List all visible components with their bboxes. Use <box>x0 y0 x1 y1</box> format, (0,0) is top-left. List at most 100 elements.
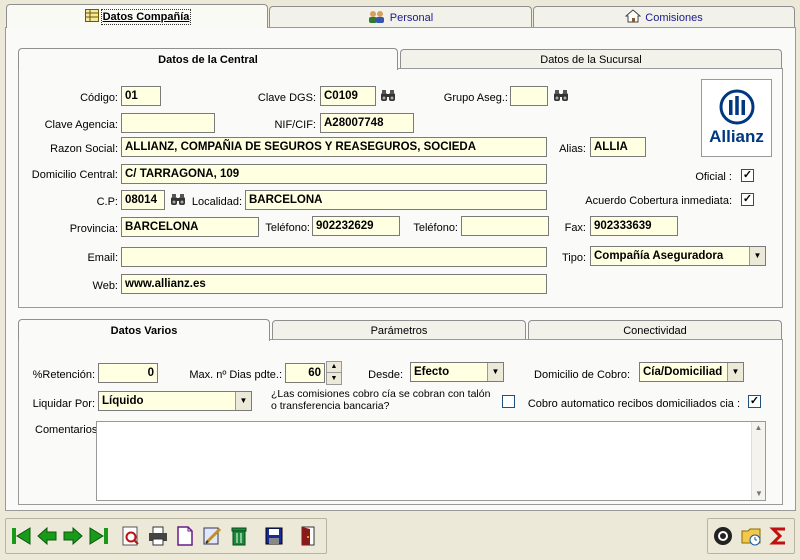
razon-social-label: Razon Social: <box>50 143 118 155</box>
tab-comisiones[interactable]: Comisiones <box>533 6 795 28</box>
domicilio-cobro-value: Cía/Domiciliad <box>643 366 723 378</box>
tab-label: Datos de la Central <box>158 53 258 66</box>
search-document-icon[interactable] <box>120 523 142 549</box>
chevron-down-icon[interactable]: ▼ <box>727 363 743 381</box>
grid-icon <box>84 8 99 25</box>
tab-label: Parámetros <box>370 324 428 337</box>
tab-label: Datos Varios <box>110 324 178 337</box>
max-dias-field[interactable]: 60 <box>285 363 325 383</box>
provincia-field[interactable]: BARCELONA <box>121 217 259 237</box>
fax-label: Fax: <box>564 222 586 234</box>
previous-record-icon[interactable] <box>36 523 58 549</box>
liquidar-select[interactable]: Líquido ▼ <box>98 391 252 411</box>
domicilio-cobro-select[interactable]: Cía/Domiciliad ▼ <box>639 362 744 382</box>
tab-label: Personal <box>389 11 434 24</box>
cobro-automatico-checkbox[interactable]: ✓ <box>748 395 761 408</box>
retencion-field[interactable]: 0 <box>98 363 158 383</box>
delete-trash-icon[interactable] <box>228 523 250 549</box>
domicilio-central-field[interactable]: C/ TARRAGONA, 109 <box>121 164 547 184</box>
comentarios-label: Comentarios: <box>35 424 101 436</box>
nif-field[interactable]: A28007748 <box>320 113 414 133</box>
folder-clock-icon[interactable] <box>740 523 762 549</box>
grupo-aseg-label: Grupo Aseg.: <box>443 92 508 104</box>
exit-door-icon[interactable] <box>297 523 319 549</box>
oficial-label: Oficial : <box>695 171 732 183</box>
tab-conectividad[interactable]: Conectividad <box>528 320 782 340</box>
first-record-icon[interactable] <box>10 523 32 549</box>
chevron-down-icon[interactable]: ▼ <box>487 363 503 381</box>
web-label: Web: <box>92 280 118 292</box>
desde-value: Efecto <box>414 366 450 378</box>
clave-dgs-field[interactable]: C0109 <box>320 86 376 106</box>
comentarios-textarea[interactable] <box>96 421 766 501</box>
tab-datos-compania[interactable]: Datos Compañía <box>6 4 268 28</box>
alias-field[interactable]: ALLIA <box>590 137 646 157</box>
acuerdo-cobertura-checkbox[interactable]: ✓ <box>741 193 754 206</box>
clave-agencia-field[interactable] <box>121 113 215 133</box>
printer-icon[interactable] <box>147 523 169 549</box>
stepper-up-icon[interactable]: ▲ <box>327 362 341 373</box>
acuerdo-cobertura-label: Acuerdo Cobertura inmediata: <box>585 195 732 207</box>
provincia-label: Provincia: <box>69 223 118 235</box>
scroll-down-icon[interactable]: ▼ <box>752 488 766 500</box>
codigo-label: Código: <box>80 92 118 104</box>
liquidar-value: Líquido <box>102 395 144 407</box>
domicilio-cobro-label: Domicilio de Cobro: <box>534 369 630 381</box>
oficial-checkbox[interactable]: ✓ <box>741 169 754 182</box>
cp-field[interactable]: 08014 <box>121 190 165 210</box>
save-icon[interactable] <box>263 523 285 549</box>
tab-datos-varios[interactable]: Datos Varios <box>18 319 270 341</box>
next-record-icon[interactable] <box>62 523 84 549</box>
tab-personal[interactable]: Personal <box>269 6 532 28</box>
max-dias-stepper[interactable]: ▲ ▼ <box>326 361 342 385</box>
email-label: Email: <box>87 252 118 264</box>
house-icon <box>624 9 642 26</box>
telefono2-label: Teléfono: <box>413 222 458 234</box>
desde-select[interactable]: Efecto ▼ <box>410 362 504 382</box>
binoculars-icon[interactable] <box>378 87 398 105</box>
max-dias-label: Max. nº Dias pdte.: <box>189 369 282 381</box>
last-record-icon[interactable] <box>88 523 110 549</box>
fax-field[interactable]: 902333639 <box>590 216 678 236</box>
binoculars-icon[interactable] <box>551 87 571 105</box>
scroll-up-icon[interactable]: ▲ <box>752 422 765 434</box>
tipo-select[interactable]: Compañía Aseguradora ▼ <box>590 246 766 266</box>
tab-datos-central[interactable]: Datos de la Central <box>18 48 398 70</box>
retencion-label: %Retención: <box>32 369 95 381</box>
allianz-logo: Allianz <box>701 79 772 157</box>
help-lifebuoy-icon[interactable] <box>712 523 734 549</box>
binoculars-icon[interactable] <box>168 191 188 209</box>
cp-label: C.P: <box>96 196 118 208</box>
sum-sigma-icon[interactable] <box>768 523 790 549</box>
stepper-down-icon[interactable]: ▼ <box>327 373 341 384</box>
localidad-label: Localidad: <box>191 196 242 208</box>
telefono1-field[interactable]: 902232629 <box>312 216 400 236</box>
web-field[interactable]: www.allianz.es <box>121 274 547 294</box>
logo-text: Allianz <box>709 127 764 146</box>
clave-dgs-label: Clave DGS: <box>257 92 316 104</box>
localidad-field[interactable]: BARCELONA <box>245 190 547 210</box>
allianz-eagle-icon <box>719 89 754 125</box>
new-document-icon[interactable] <box>174 523 196 549</box>
edit-document-icon[interactable] <box>201 523 223 549</box>
telefono1-label: Teléfono: <box>265 222 310 234</box>
chevron-down-icon[interactable]: ▼ <box>749 247 765 265</box>
tab-label: Datos de la Sucursal <box>540 53 642 66</box>
tab-datos-sucursal[interactable]: Datos de la Sucursal <box>400 49 782 69</box>
razon-social-field[interactable]: ALLIANZ, COMPAÑIA DE SEGUROS Y REASEGURO… <box>121 137 547 157</box>
tab-parametros[interactable]: Parámetros <box>272 320 526 340</box>
comentarios-scrollbar[interactable]: ▲ ▼ <box>751 422 765 500</box>
telefono2-field[interactable] <box>461 216 549 236</box>
comisiones-talon-checkbox[interactable] <box>502 395 515 408</box>
tipo-label: Tipo: <box>561 252 586 264</box>
question-line-2: o transferencia bancaria? <box>271 400 390 412</box>
clave-agencia-label: Clave Agencia: <box>44 119 118 131</box>
alias-label: Alias: <box>559 143 586 155</box>
tipo-value: Compañía Aseguradora <box>594 250 724 262</box>
email-field[interactable] <box>121 247 547 267</box>
codigo-field[interactable]: 01 <box>121 86 161 106</box>
nif-label: NIF/CIF: <box>274 119 316 131</box>
chevron-down-icon[interactable]: ▼ <box>235 392 251 410</box>
liquidar-label: Liquidar Por: <box>32 398 95 410</box>
grupo-aseg-field[interactable] <box>510 86 548 106</box>
